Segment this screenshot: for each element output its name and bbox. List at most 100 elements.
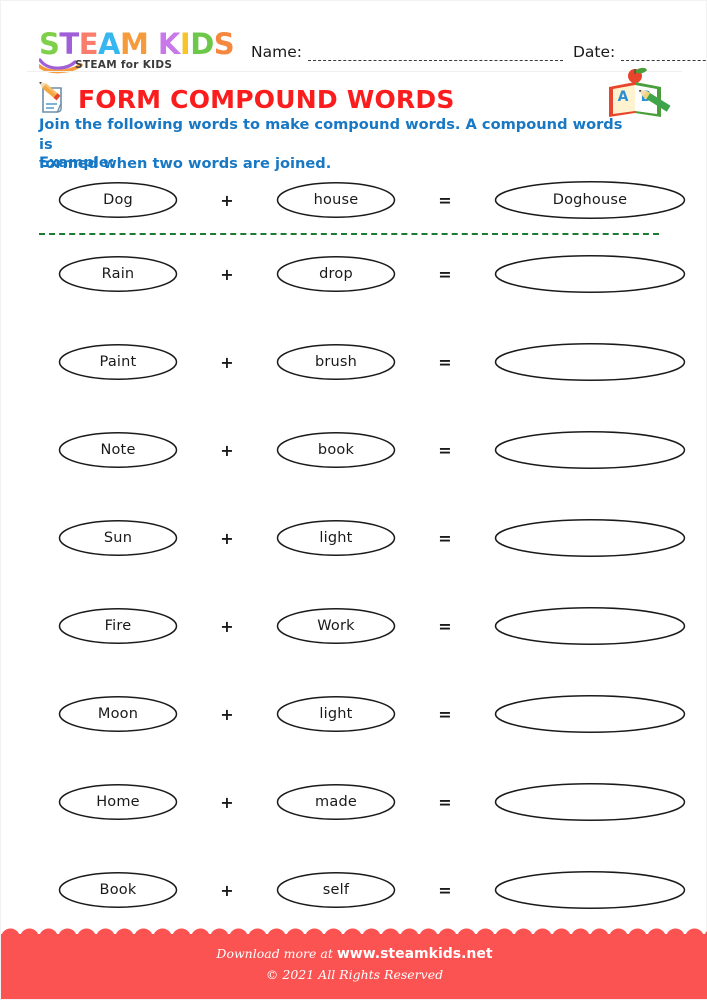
plus-operator: + — [220, 704, 234, 724]
second-word-oval: book — [276, 431, 396, 469]
plus-operator: + — [220, 264, 234, 284]
date-label: Date: — [572, 43, 616, 61]
example-second-word: house — [313, 192, 359, 208]
answer-oval[interactable] — [494, 606, 686, 646]
answer-oval[interactable] — [494, 782, 686, 822]
logo-wordmark: STEAM KIDS — [39, 27, 235, 61]
footer-scallop-edge — [1, 925, 707, 937]
page-header: STEAM KIDS STEAM for KIDS Name: Date: — [1, 1, 707, 75]
first-word: Home — [96, 794, 140, 810]
answer-oval[interactable] — [494, 518, 686, 558]
answer-oval[interactable] — [494, 870, 686, 910]
equals-operator: = — [438, 190, 452, 210]
first-word-oval: Moon — [58, 695, 178, 733]
problem-row: Note + book = — [1, 427, 707, 473]
first-word-oval: Fire — [58, 607, 178, 645]
first-word-oval: Paint — [58, 343, 178, 381]
problem-row: Moon + light = — [1, 691, 707, 737]
equals-operator: = — [438, 704, 452, 724]
equals-operator: = — [438, 792, 452, 812]
footer-site-link[interactable]: www.steamkids.net — [337, 946, 493, 962]
second-word-oval: light — [276, 519, 396, 557]
logo-tagline: STEAM for KIDS — [75, 59, 173, 71]
name-date-row: Name: Date: — [251, 35, 707, 61]
logo-letter-5 — [148, 29, 158, 59]
plus-operator: + — [220, 616, 234, 636]
example-first-word: Dog — [103, 192, 133, 208]
example-first-word-oval: Dog — [58, 181, 178, 219]
instructions-line-2: formed when two words are joined. — [39, 155, 332, 172]
second-word-oval: Work — [276, 607, 396, 645]
problem-row: Book + self = — [1, 867, 707, 913]
logo-letter-7: I — [179, 27, 191, 61]
name-input-line[interactable] — [307, 47, 563, 61]
equals-operator: = — [438, 616, 452, 636]
problem-row: Paint + brush = — [1, 339, 707, 385]
first-word: Rain — [101, 266, 135, 282]
second-word: light — [319, 706, 353, 722]
logo-letter-2: E — [78, 27, 99, 61]
steam-kids-logo: STEAM KIDS STEAM for KIDS — [39, 29, 239, 75]
second-word: light — [319, 530, 353, 546]
plus-operator: + — [220, 440, 234, 460]
example-row: Dog + house = Doghouse — [1, 177, 707, 223]
plus-operator: + — [220, 190, 234, 210]
header-divider — [27, 71, 682, 72]
logo-letter-9: S — [213, 27, 235, 61]
second-word: book — [317, 442, 355, 458]
second-word-oval: drop — [276, 255, 396, 293]
second-word: drop — [319, 266, 353, 282]
equals-operator: = — [438, 264, 452, 284]
answer-oval[interactable] — [494, 430, 686, 470]
second-word: Work — [317, 618, 355, 634]
logo-letter-1: T — [59, 27, 79, 61]
first-word: Note — [100, 442, 136, 458]
title-row: FORM COMPOUND WORDS — [37, 81, 455, 117]
second-word-oval: made — [276, 783, 396, 821]
second-word: made — [315, 794, 357, 810]
example-answer-oval: Doghouse — [494, 180, 686, 220]
logo-letter-8: D — [190, 27, 214, 61]
date-input-line[interactable] — [621, 47, 707, 61]
problem-row: Sun + light = — [1, 515, 707, 561]
notepad-pencil-icon — [39, 82, 62, 113]
first-word: Sun — [103, 530, 133, 546]
problem-row: Rain + drop = — [1, 251, 707, 297]
plus-operator: + — [220, 792, 234, 812]
footer-download-text: Download more at www.steamkids.net — [1, 946, 707, 962]
problem-row: Home + made = — [1, 779, 707, 825]
first-word-oval: Book — [58, 871, 178, 909]
second-word-oval: self — [276, 871, 396, 909]
answer-oval[interactable] — [494, 254, 686, 294]
first-word-oval: Home — [58, 783, 178, 821]
example-divider — [39, 233, 659, 235]
first-word: Paint — [99, 354, 137, 370]
second-word-oval: light — [276, 695, 396, 733]
page-footer: Download more at www.steamkids.net © 202… — [1, 928, 707, 999]
equals-operator: = — [438, 528, 452, 548]
first-word: Moon — [97, 706, 139, 722]
plus-operator: + — [220, 880, 234, 900]
svg-text:A: A — [618, 89, 629, 105]
example-second-word-oval: house — [276, 181, 396, 219]
example-answer-word: Doghouse — [552, 192, 628, 208]
worksheet-page: STEAM KIDS STEAM for KIDS Name: Date: A … — [0, 0, 707, 1000]
problem-row: Fire + Work = — [1, 603, 707, 649]
second-word: brush — [314, 354, 358, 370]
equals-operator: = — [438, 352, 452, 372]
first-word-oval: Rain — [58, 255, 178, 293]
name-label: Name: — [251, 43, 302, 61]
logo-letter-6: K — [157, 27, 180, 61]
footer-copyright: © 2021 All Rights Reserved — [265, 967, 444, 982]
logo-letter-3: A — [98, 27, 120, 61]
answer-oval[interactable] — [494, 342, 686, 382]
logo-letter-4: M — [119, 27, 149, 61]
page-title: FORM COMPOUND WORDS — [78, 84, 455, 114]
example-label: Example: — [39, 154, 115, 171]
answer-oval[interactable] — [494, 694, 686, 734]
instructions-block: Join the following words to make compoun… — [39, 115, 639, 174]
equals-operator: = — [438, 880, 452, 900]
plus-operator: + — [220, 352, 234, 372]
first-word: Fire — [104, 618, 132, 634]
first-word-oval: Sun — [58, 519, 178, 557]
